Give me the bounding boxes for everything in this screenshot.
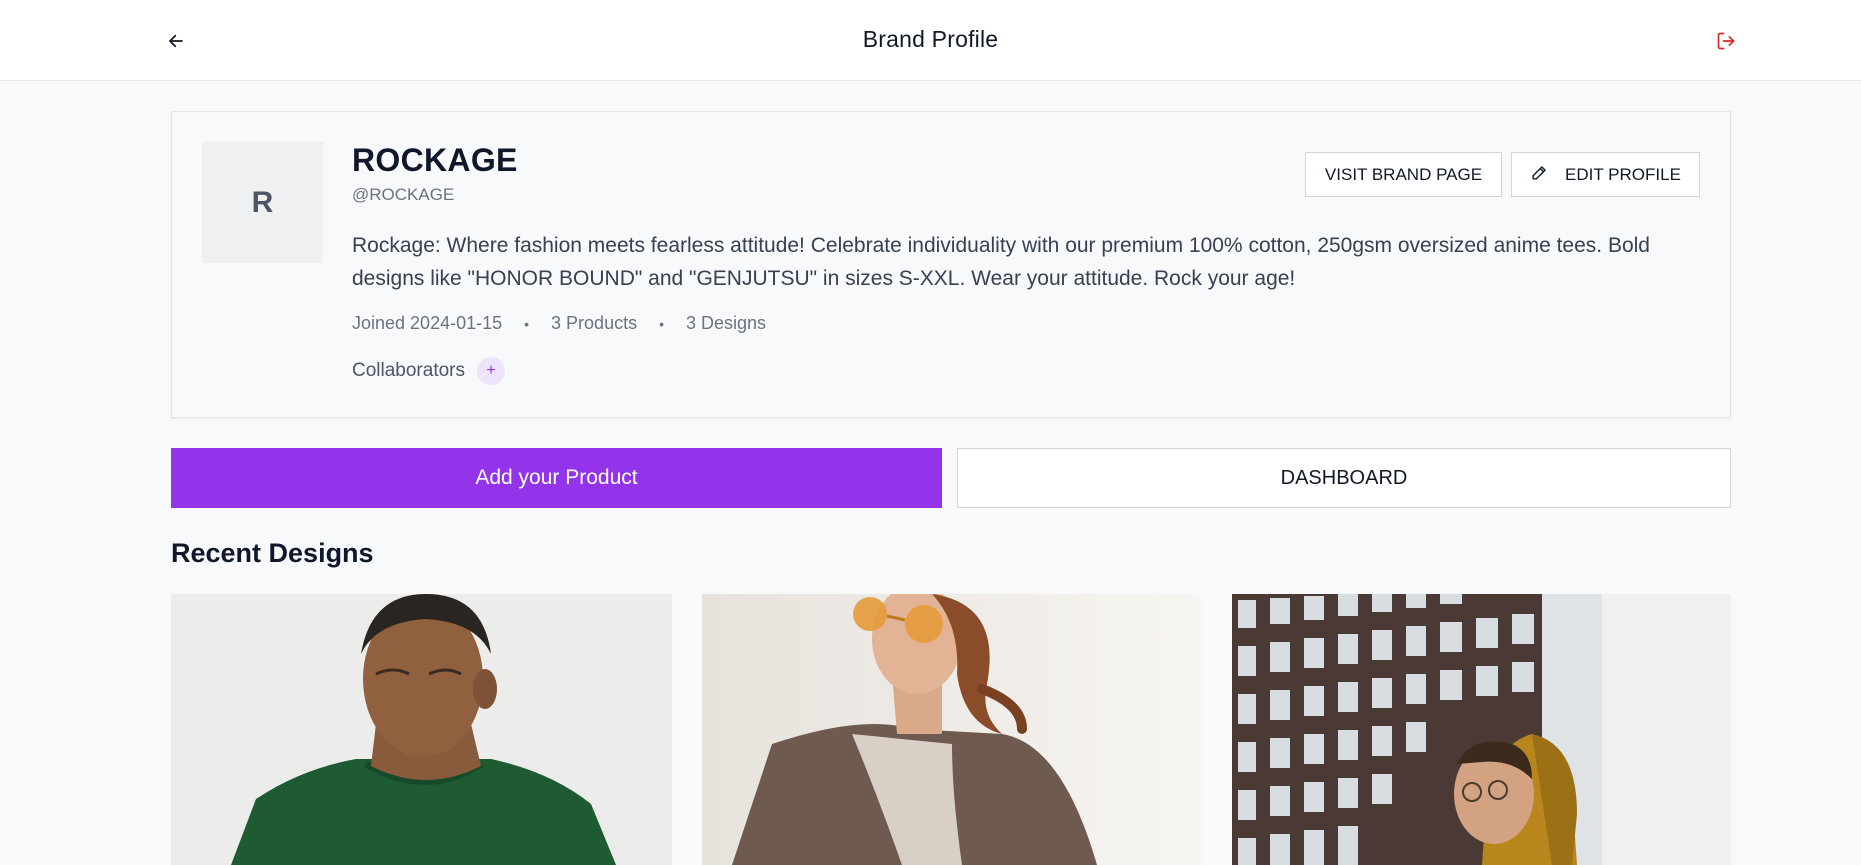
pencil-icon — [1530, 163, 1549, 187]
meta-separator: • — [524, 315, 530, 332]
logout-icon[interactable] — [1713, 28, 1739, 54]
dashboard-button[interactable]: DASHBOARD — [957, 448, 1731, 508]
top-bar: Brand Profile — [0, 0, 1861, 81]
add-product-button[interactable]: Add your Product — [171, 448, 942, 508]
visit-brand-page-label: VISIT BRAND PAGE — [1324, 164, 1483, 184]
woman-orange-sunglasses-photo — [702, 594, 1201, 865]
design-card-2[interactable] — [702, 594, 1201, 865]
add-collaborator-button[interactable]: + — [477, 357, 505, 385]
avatar: R — [202, 142, 323, 263]
product-count: 3 Products — [551, 313, 638, 333]
brand-name: ROCKAGE — [352, 142, 518, 178]
man-yellow-hoodie-building-photo — [1232, 594, 1731, 865]
recent-designs-title: Recent Designs — [171, 538, 374, 568]
visit-brand-page-button[interactable]: VISIT BRAND PAGE — [1305, 152, 1502, 197]
brand-bio: Rockage: Where fashion meets fearless at… — [352, 234, 1650, 290]
brand-handle: @ROCKAGE — [352, 185, 455, 204]
meta-separator: • — [659, 315, 664, 332]
page-title: Brand Profile — [862, 26, 999, 52]
collaborators: Collaborators + — [352, 357, 505, 385]
brand-profile-card: R ROCKAGE @ROCKAGE Rockage: Where fashio… — [171, 111, 1731, 418]
man-green-tshirt-photo — [171, 594, 672, 865]
brand-meta: Joined 2024-01-15 • 3 Products • 3 Desig… — [352, 313, 766, 334]
edit-profile-button[interactable]: EDIT PROFILE — [1511, 152, 1700, 197]
joined-date: Joined 2024-01-15 — [352, 313, 503, 333]
design-card-3[interactable] — [1232, 594, 1731, 865]
design-card-1[interactable] — [171, 594, 672, 865]
design-count: 3 Designs — [685, 313, 767, 333]
collaborators-label: Collaborators — [352, 360, 465, 381]
edit-profile-label: EDIT PROFILE — [1565, 164, 1681, 184]
